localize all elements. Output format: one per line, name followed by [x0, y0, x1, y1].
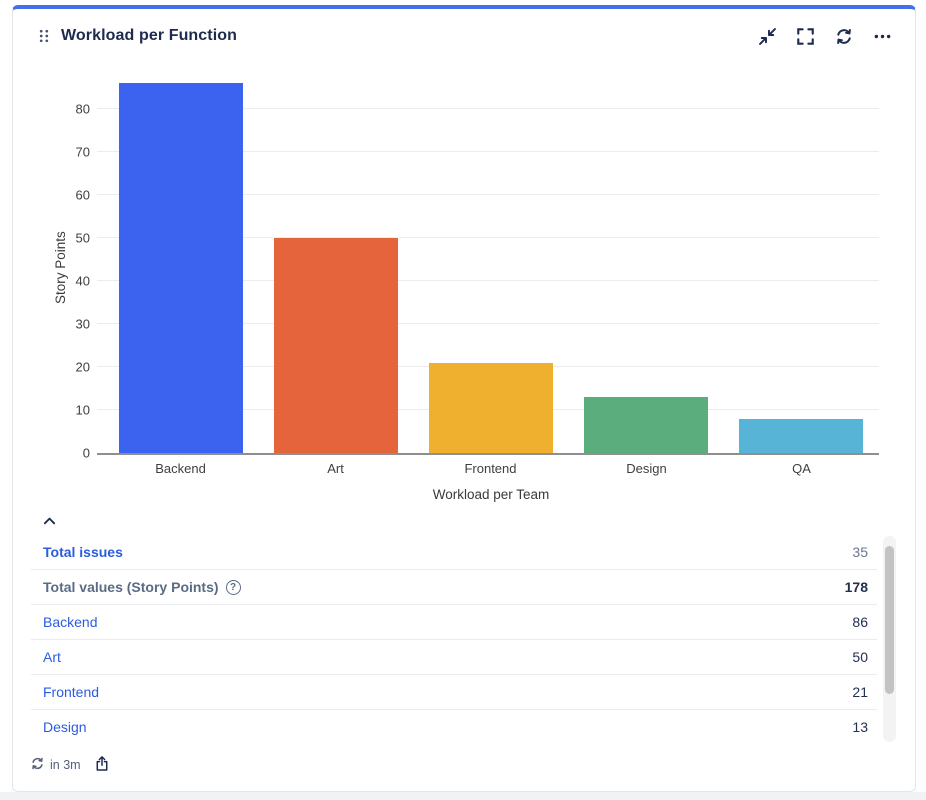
- widget-actions: [757, 26, 893, 47]
- summary-table: Total issues 35 Total values (Story Points…: [13, 534, 915, 745]
- x-tick-label: Design: [569, 461, 724, 476]
- x-axis-line: [97, 453, 879, 455]
- share-icon: [95, 755, 109, 775]
- widget-header: Workload per Function: [13, 9, 915, 57]
- y-tick-label: 30: [76, 316, 90, 331]
- bar-design[interactable]: [584, 397, 708, 453]
- bar-qa[interactable]: [739, 419, 863, 453]
- fullscreen-brackets-icon: [797, 28, 814, 45]
- fullscreen-button[interactable]: [795, 26, 816, 47]
- table-row: Total values (Story Points)? 178: [31, 569, 877, 604]
- row-value: 178: [845, 579, 868, 595]
- plot-area: 01020304050607080BackendArtFrontendDesig…: [103, 83, 879, 453]
- y-tick-label: 10: [76, 402, 90, 417]
- row-label[interactable]: Backend: [43, 614, 97, 630]
- row-label[interactable]: Design: [43, 719, 87, 735]
- widget-title: Workload per Function: [61, 27, 237, 45]
- chevron-up-icon: [43, 513, 56, 528]
- table-scrollbar-track[interactable]: [883, 536, 896, 742]
- row-value: 13: [852, 719, 868, 735]
- y-axis-title: Story Points: [53, 83, 68, 453]
- row-value: 86: [852, 614, 868, 630]
- refresh-countdown-text: in 3m: [50, 758, 81, 772]
- table-scrollbar-thumb[interactable]: [885, 546, 894, 694]
- y-tick-label: 0: [83, 446, 90, 461]
- drag-handle-icon[interactable]: [39, 29, 49, 43]
- bar-frontend[interactable]: [429, 363, 553, 453]
- table-row: Total issues 35: [31, 534, 877, 569]
- table-row: Design 13: [31, 709, 877, 744]
- row-label[interactable]: Frontend: [43, 684, 99, 700]
- workload-widget-card: Workload per Function: [12, 5, 916, 792]
- table-expander: [13, 502, 915, 532]
- page-background-strip: [0, 792, 926, 800]
- row-label[interactable]: Art: [43, 649, 61, 665]
- row-value: 35: [852, 544, 868, 560]
- ellipsis-icon: [874, 28, 891, 45]
- refresh-button[interactable]: [833, 26, 855, 47]
- row-label: Total values (Story Points): [43, 579, 219, 595]
- share-button[interactable]: [95, 755, 109, 775]
- row-label[interactable]: Total issues: [43, 544, 123, 560]
- x-tick-label: QA: [724, 461, 879, 476]
- y-tick-label: 50: [76, 230, 90, 245]
- help-icon[interactable]: ?: [226, 580, 241, 595]
- x-tick-label: Backend: [103, 461, 258, 476]
- row-value: 21: [852, 684, 868, 700]
- minimize-button[interactable]: [757, 26, 778, 47]
- row-value: 50: [852, 649, 868, 665]
- x-tick-label: Frontend: [413, 461, 568, 476]
- bar-chart: Story Points 01020304050607080BackendArt…: [13, 57, 915, 502]
- bar-art[interactable]: [274, 238, 398, 453]
- widget-footer: in 3m: [13, 745, 915, 775]
- x-tick-label: Art: [258, 461, 413, 476]
- table-row: Backend 86: [31, 604, 877, 639]
- collapse-arrows-icon: [759, 28, 776, 45]
- y-tick-label: 70: [76, 144, 90, 159]
- y-tick-label: 80: [76, 101, 90, 116]
- refresh-icon: [835, 28, 853, 45]
- y-tick-label: 60: [76, 187, 90, 202]
- x-axis-title: Workload per Team: [103, 487, 879, 502]
- bar-backend[interactable]: [119, 83, 243, 453]
- summary-rows: Total issues 35 Total values (Story Points…: [31, 534, 877, 744]
- table-row: Frontend 21: [31, 674, 877, 709]
- refresh-countdown-icon: [31, 757, 44, 773]
- collapse-table-button[interactable]: [43, 513, 56, 528]
- more-options-button[interactable]: [872, 26, 893, 47]
- table-row: Art 50: [31, 639, 877, 674]
- y-tick-label: 40: [76, 273, 90, 288]
- y-tick-label: 20: [76, 359, 90, 374]
